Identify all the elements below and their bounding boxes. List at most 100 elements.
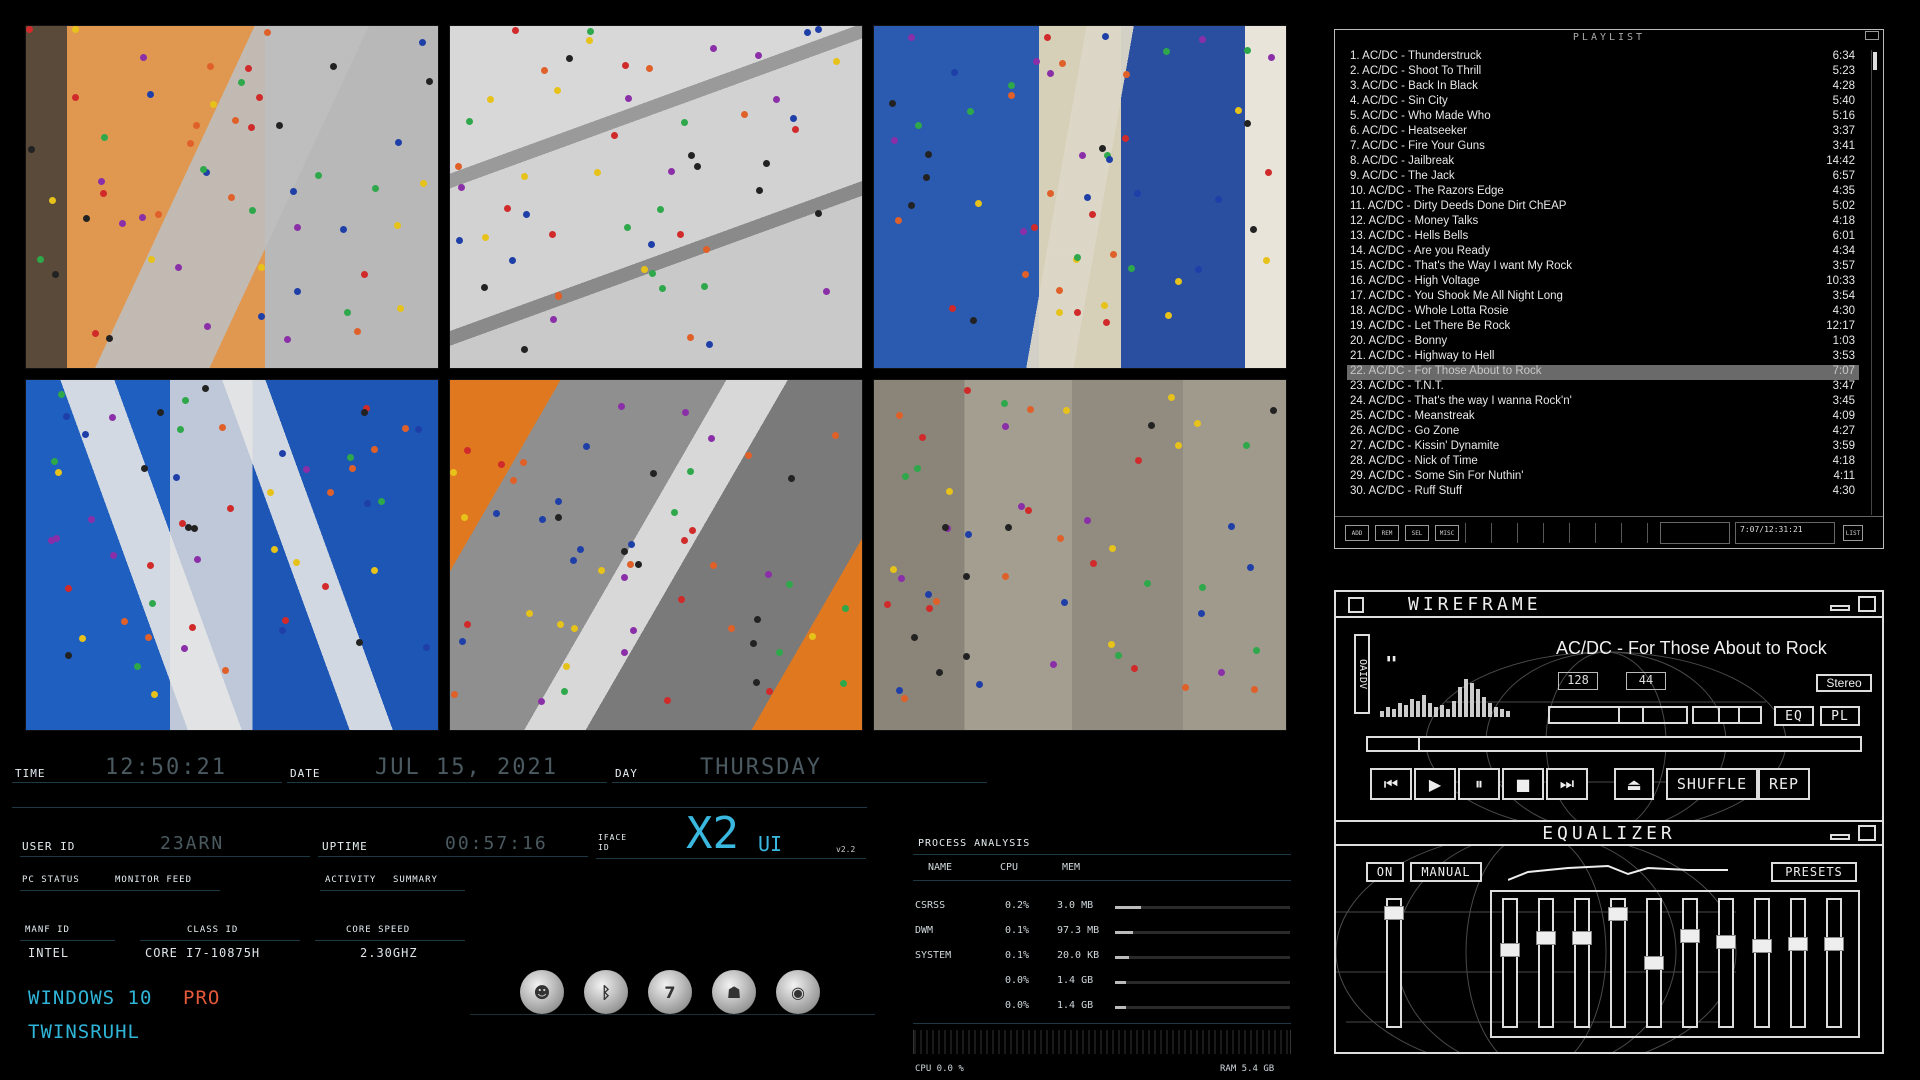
playlist-item[interactable]: 22. AC/DC - For Those About to Rock 7:07	[1347, 365, 1859, 380]
climbing-hold	[344, 308, 352, 316]
playlist-item[interactable]: 12. AC/DC - Money Talks 4:18	[1347, 215, 1859, 230]
playlist-item[interactable]: 11. AC/DC - Dirty Deeds Done Dirt ChEAP 5…	[1347, 200, 1859, 215]
spectrum-analyzer[interactable]	[1380, 672, 1520, 717]
playlist-item[interactable]: 19. AC/DC - Let There Be Rock 12:17	[1347, 320, 1859, 335]
track-title: 15. AC/DC - That's the Way I want My Roc…	[1350, 260, 1573, 272]
playlist-item[interactable]: 20. AC/DC - Bonny 1:03	[1347, 335, 1859, 350]
playlist-item[interactable]: 28. AC/DC - Nick of Time 4:18	[1347, 455, 1859, 470]
repeat-button[interactable]: REP	[1758, 768, 1810, 800]
playlist-item[interactable]: 21. AC/DC - Highway to Hell 3:53	[1347, 350, 1859, 365]
eq-band-slider-knob[interactable]	[1608, 907, 1628, 921]
eject-button[interactable]: ⏏	[1614, 768, 1654, 800]
volume-knob[interactable]	[1618, 706, 1644, 724]
pause-button[interactable]: ⏸	[1458, 768, 1500, 800]
playlist-item[interactable]: 3. AC/DC - Back In Black 4:28	[1347, 80, 1859, 95]
eq-band-slider[interactable]	[1824, 898, 1844, 1028]
misc-button[interactable]: MISC	[1435, 525, 1459, 541]
playlist-item[interactable]: 5. AC/DC - Who Made Who 5:16	[1347, 110, 1859, 125]
eq-band-slider[interactable]	[1680, 898, 1700, 1028]
eq-band-slider-knob[interactable]	[1824, 937, 1844, 951]
close-icon[interactable]	[1858, 825, 1876, 841]
preamp-slider-knob[interactable]	[1384, 906, 1404, 920]
prev-button[interactable]: ⏮	[1370, 768, 1412, 800]
playlist-list[interactable]: 1. AC/DC - Thunderstruck 6:34 2. AC/DC - S…	[1347, 50, 1859, 515]
eq-band-slider[interactable]	[1500, 898, 1520, 1028]
playlist-item[interactable]: 4. AC/DC - Sin City 5:40	[1347, 95, 1859, 110]
eq-band-slider[interactable]	[1752, 898, 1772, 1028]
playlist-scrollbar[interactable]	[1871, 50, 1877, 515]
uptime-value: 00:57:16	[445, 833, 548, 854]
calendar-icon[interactable]: 7	[648, 970, 692, 1014]
eq-band-slider[interactable]	[1572, 898, 1592, 1028]
add-button[interactable]: ADD	[1345, 525, 1369, 541]
eq-band-slider-knob[interactable]	[1716, 935, 1736, 949]
eq-band-slider[interactable]	[1644, 898, 1664, 1028]
playlist-item[interactable]: 16. AC/DC - High Voltage 10:33	[1347, 275, 1859, 290]
play-button[interactable]: ▶	[1414, 768, 1456, 800]
playlist-item[interactable]: 6. AC/DC - Heatseeker 3:37	[1347, 125, 1859, 140]
android-icon[interactable]: ☗	[712, 970, 756, 1014]
seek-knob[interactable]	[1418, 736, 1420, 752]
eq-band-slider-knob[interactable]	[1572, 931, 1592, 945]
playlist-item[interactable]: 7. AC/DC - Fire Your Guns 3:41	[1347, 140, 1859, 155]
playlist-item[interactable]: 18. AC/DC - Whole Lotta Rosie 4:30	[1347, 305, 1859, 320]
close-icon[interactable]	[1865, 31, 1879, 40]
playlist-item[interactable]: 30. AC/DC - Ruff Stuff 4:30	[1347, 485, 1859, 500]
playlist-item[interactable]: 10. AC/DC - The Razors Edge 4:35	[1347, 185, 1859, 200]
eq-on-button[interactable]: ON	[1366, 862, 1404, 882]
playlist-item[interactable]: 1. AC/DC - Thunderstruck 6:34	[1347, 50, 1859, 65]
shuffle-button[interactable]: SHUFFLE	[1666, 768, 1758, 800]
clutterbar[interactable]: OAIDV	[1354, 634, 1370, 714]
playlist-item[interactable]: 2. AC/DC - Shoot To Thrill 5:23	[1347, 65, 1859, 80]
playlist-item[interactable]: 23. AC/DC - T.N.T. 3:47	[1347, 380, 1859, 395]
eq-band-slider[interactable]	[1716, 898, 1736, 1028]
climbing-hold	[814, 26, 822, 34]
spectrum-bar	[1452, 701, 1456, 717]
scroll-thumb[interactable]	[1873, 52, 1877, 70]
playlist-item[interactable]: 17. AC/DC - You Shook Me All Night Long 3…	[1347, 290, 1859, 305]
eq-band-slider-knob[interactable]	[1788, 937, 1808, 951]
eq-presets-button[interactable]: PRESETS	[1771, 862, 1857, 882]
eq-band-slider[interactable]	[1788, 898, 1808, 1028]
eq-band-slider-knob[interactable]	[1680, 929, 1700, 943]
eq-band-slider[interactable]	[1608, 898, 1628, 1028]
climbing-hold	[364, 500, 372, 508]
playlist-item[interactable]: 8. AC/DC - Jailbreak 14:42	[1347, 155, 1859, 170]
next-button[interactable]: ⏭	[1546, 768, 1588, 800]
playlist-item[interactable]: 9. AC/DC - The Jack 6:57	[1347, 170, 1859, 185]
playlist-item[interactable]: 24. AC/DC - That's the way I wanna Rock'…	[1347, 395, 1859, 410]
seek-bar[interactable]	[1366, 736, 1862, 752]
playlist-item[interactable]: 26. AC/DC - Go Zone 4:27	[1347, 425, 1859, 440]
playlist-item[interactable]: 29. AC/DC - Some Sin For Nuthin' 4:11	[1347, 470, 1859, 485]
playlist-item[interactable]: 14. AC/DC - Are you Ready 4:34	[1347, 245, 1859, 260]
eq-band-slider-knob[interactable]	[1644, 956, 1664, 970]
select-button[interactable]: SEL	[1405, 525, 1429, 541]
eq-toggle-button[interactable]: EQ	[1774, 706, 1814, 726]
close-icon[interactable]	[1858, 596, 1876, 612]
gamepad-icon[interactable]: ◉	[776, 970, 820, 1014]
minimize-icon[interactable]	[1830, 834, 1850, 840]
mask-icon[interactable]: ☻	[520, 970, 564, 1014]
remove-button[interactable]: REM	[1375, 525, 1399, 541]
eq-band-slider-knob[interactable]	[1536, 931, 1556, 945]
climbing-hold	[248, 124, 256, 132]
playlist-item[interactable]: 13. AC/DC - Hells Bells 6:01	[1347, 230, 1859, 245]
playlist-item[interactable]: 15. AC/DC - That's the Way I want My Roc…	[1347, 260, 1859, 275]
playlist-item[interactable]: 25. AC/DC - Meanstreak 4:09	[1347, 410, 1859, 425]
eq-manual-button[interactable]: MANUAL	[1410, 862, 1482, 882]
list-button[interactable]: LIST	[1843, 525, 1863, 541]
eq-curve-graph	[1508, 864, 1728, 881]
pl-toggle-button[interactable]: PL	[1820, 706, 1860, 726]
volume-slider[interactable]	[1548, 706, 1688, 724]
eq-band-slider[interactable]	[1536, 898, 1556, 1028]
stop-button[interactable]: ■	[1502, 768, 1544, 800]
balance-knob[interactable]	[1718, 706, 1740, 724]
bluetooth-icon[interactable]: ᛒ	[584, 970, 628, 1014]
eq-band-slider-knob[interactable]	[1500, 943, 1520, 957]
eq-band-slider-knob[interactable]	[1752, 939, 1772, 953]
menu-icon[interactable]	[1348, 597, 1364, 613]
minimize-icon[interactable]	[1830, 605, 1850, 611]
balance-slider[interactable]	[1692, 706, 1762, 724]
preamp-slider[interactable]	[1384, 898, 1404, 1028]
playlist-item[interactable]: 27. AC/DC - Kissin' Dynamite 3:59	[1347, 440, 1859, 455]
